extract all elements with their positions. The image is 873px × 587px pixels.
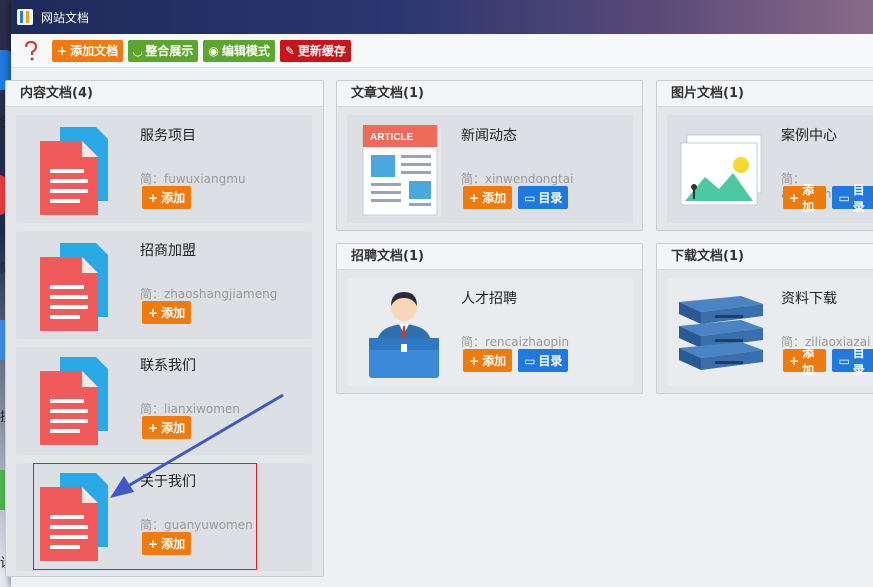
update-cache-button[interactable]: ✎ 更新缓存 (279, 39, 351, 62)
plus-icon: + (148, 305, 159, 320)
document-card[interactable]: 案例中心 简：anlizhongxin +添加 ▭目录 (667, 115, 873, 223)
plus-icon: + (148, 420, 159, 435)
edit-mode-label: 编辑模式 (221, 44, 270, 58)
document-card[interactable]: 资料下载 简：ziliaoxiazai + 添加 ▭ 目录 (667, 278, 873, 386)
eye-icon: ◉ (208, 43, 219, 58)
plus-icon: + (789, 190, 800, 205)
directory-button[interactable]: ▭ 目录 (832, 346, 873, 377)
add-button[interactable]: + 添加 (142, 416, 192, 439)
download-documents-panel: 下载文档(1) 资料下载 简：ziliaoxiazai + 添加 ▭ 目录 (656, 243, 873, 394)
add-label: 添加 (802, 182, 815, 214)
folder-icon: ▭ (524, 190, 536, 205)
document-slug: 简：xinwendongtai (461, 172, 574, 186)
brush-icon: ✎ (284, 43, 295, 58)
panel-title: 图片文档(1) (657, 81, 873, 107)
update-cache-label: 更新缓存 (297, 44, 346, 58)
add-button[interactable]: + 添加 (142, 301, 192, 324)
add-button[interactable]: + 添加 (783, 346, 827, 377)
document-slug: 简：lianxiwomen (140, 402, 240, 416)
document-title[interactable]: 服务项目 (140, 125, 196, 145)
integrate-display-button[interactable]: ◡ 整合展示 (128, 39, 199, 62)
add-button[interactable]: + 添加 (463, 186, 513, 209)
panel-title: 下载文档(1) (657, 244, 873, 270)
add-label: 添加 (161, 306, 186, 320)
add-label: 添加 (161, 191, 186, 205)
add-label: 添加 (161, 421, 186, 435)
image-gallery-icon (680, 134, 762, 206)
plus-icon: + (57, 43, 68, 58)
add-button[interactable]: + 添加 (463, 349, 513, 372)
document-icon (40, 127, 108, 215)
document-title[interactable]: 案例中心 (781, 125, 837, 145)
directory-label: 目录 (538, 191, 563, 205)
document-title[interactable]: 人才招聘 (461, 288, 517, 308)
document-card[interactable]: ARTICLE 新闻动态 简：xinwendongtai + 添加 ▭ 目录 (347, 115, 633, 223)
recruitment-person-icon (369, 292, 439, 378)
add-label: 添加 (482, 191, 507, 205)
directory-label: 目录 (538, 354, 563, 368)
document-icon (40, 243, 108, 331)
document-title[interactable]: 招商加盟 (140, 240, 196, 260)
add-button[interactable]: + 添加 (142, 186, 192, 209)
document-icon (40, 357, 108, 445)
document-title[interactable]: 联系我们 (140, 355, 196, 375)
document-slug: 简：rencaizhaopin (461, 335, 570, 349)
panel-title: 内容文档(4) (6, 81, 323, 107)
add-document-button[interactable]: + 添加文档 (52, 39, 124, 62)
add-label: 添加 (482, 354, 507, 368)
server-stack-icon (679, 296, 763, 370)
directory-button[interactable]: ▭ 目录 (832, 183, 873, 214)
article-badge-text: ARTICLE (370, 132, 414, 143)
image-documents-panel: 图片文档(1) 案例中心 简：anlizhongxin +添加 ▭目录 (656, 80, 873, 231)
plus-icon: + (148, 190, 159, 205)
recruitment-documents-panel: 招聘文档(1) 人才招聘 简：rencaizhaopin + 添加 ▭ 目录 (336, 243, 643, 394)
plus-icon: + (469, 190, 480, 205)
smile-icon: ◡ (133, 43, 143, 58)
document-title[interactable]: 资料下载 (781, 288, 837, 308)
add-button[interactable]: + 添加 (783, 183, 827, 214)
plus-icon: + (469, 353, 480, 368)
folder-icon: ▭ (838, 353, 850, 368)
document-slug: 简：fuwuxiangmu (140, 172, 246, 186)
window-title: 网站文档 (41, 10, 90, 25)
panel-title: 招聘文档(1) (337, 244, 642, 270)
add-document-label: 添加文档 (70, 44, 119, 58)
directory-label: 目录 (852, 182, 865, 214)
document-title[interactable]: 新闻动态 (461, 125, 517, 145)
title-bar[interactable]: 网站文档 (11, 0, 873, 34)
document-card[interactable]: 招商加盟 简：zhaoshangjiameng + 添加 (16, 231, 312, 339)
document-card[interactable]: 服务项目 简：fuwuxiangmu + 添加 (16, 115, 312, 223)
question-icon[interactable] (19, 39, 43, 63)
document-card[interactable]: 人才招聘 简：rencaizhaopin + 添加 ▭ 目录 (347, 278, 633, 386)
document-card[interactable]: 联系我们 简：lianxiwomen + 添加 (16, 347, 312, 455)
toolbar: + 添加文档 ◡ 整合展示 ◉ 编辑模式 ✎ 更新缓存 (11, 34, 873, 68)
plus-icon: + (789, 353, 800, 368)
document-slug: 简：zhaoshangjiameng (140, 287, 278, 301)
panel-title: 文章文档(1) (337, 81, 642, 107)
article-documents-panel: 文章文档(1) ARTICLE 新闻动态 简：xinwendongtai + 添加… (336, 80, 643, 231)
folder-icon: ▭ (524, 353, 536, 368)
add-label: 添加 (802, 345, 815, 377)
directory-button[interactable]: ▭ 目录 (518, 186, 569, 209)
integrate-display-label: 整合展示 (145, 44, 194, 58)
highlight-box (33, 463, 257, 570)
article-newspaper-icon: ARTICLE (362, 125, 441, 217)
edit-mode-button[interactable]: ◉ 编辑模式 (203, 39, 275, 62)
directory-label: 目录 (852, 345, 865, 377)
directory-button[interactable]: ▭ 目录 (518, 349, 569, 372)
folder-icon: ▭ (838, 190, 850, 205)
app-logo-icon (17, 9, 33, 25)
